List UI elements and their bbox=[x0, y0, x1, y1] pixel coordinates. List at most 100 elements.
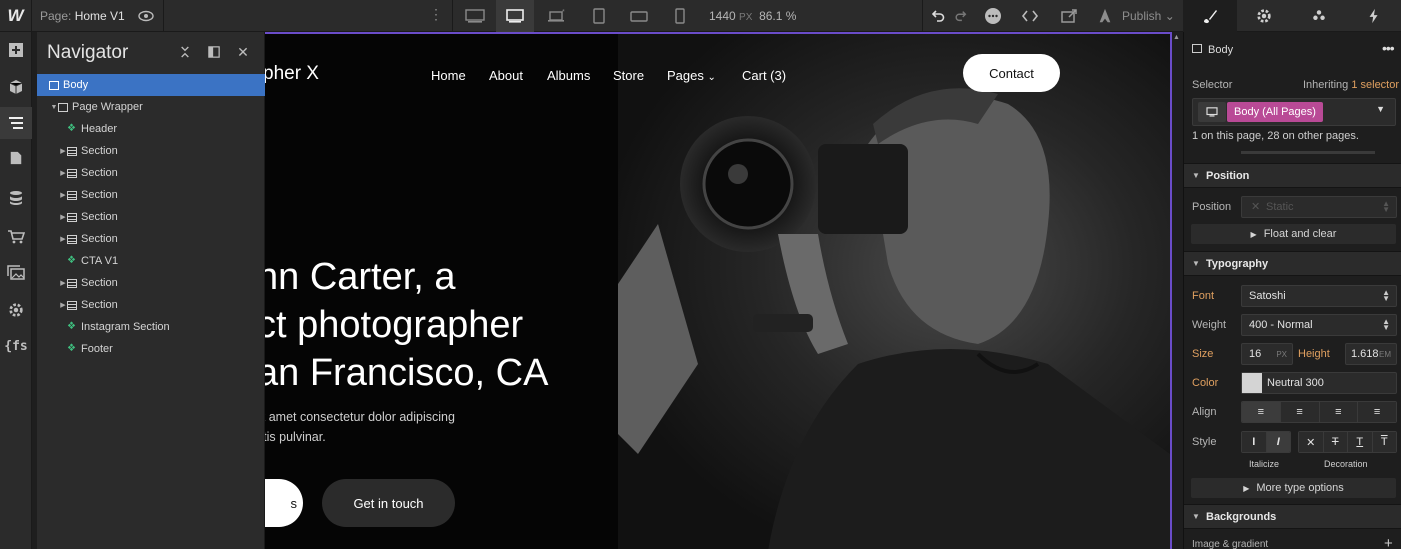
caret-right-icon[interactable]: ▶ bbox=[59, 301, 67, 309]
preview-eye-icon[interactable] bbox=[138, 8, 154, 24]
strikethrough-icon[interactable]: T bbox=[1323, 432, 1348, 452]
line-height-input[interactable]: 1.618 EM bbox=[1345, 343, 1397, 365]
align-right-icon[interactable]: ≡ bbox=[1319, 402, 1359, 422]
code-icon[interactable] bbox=[1021, 7, 1039, 25]
collapse-caret-icon: ▼ bbox=[1192, 259, 1200, 268]
navigator-node[interactable]: Body bbox=[37, 74, 265, 96]
underline-icon[interactable]: T bbox=[1348, 432, 1373, 452]
site-brand[interactable]: pher X bbox=[265, 63, 319, 85]
scroll-up-icon[interactable]: ▲ bbox=[1173, 34, 1180, 41]
navigator-node[interactable]: ❖ Instagram Section bbox=[37, 316, 265, 338]
settings-gear-icon[interactable] bbox=[1237, 0, 1291, 32]
navigator-node[interactable]: ▶ Section bbox=[37, 294, 265, 316]
assets-images-icon[interactable] bbox=[0, 257, 32, 289]
close-icon[interactable]: ✕ bbox=[235, 44, 251, 60]
color-swatch[interactable] bbox=[1242, 373, 1262, 393]
interactions-drops-icon[interactable] bbox=[1292, 0, 1346, 32]
more-type-options-toggle[interactable]: ▶ More type options bbox=[1191, 478, 1396, 498]
more-horizontal-icon[interactable]: ••• bbox=[1382, 40, 1395, 56]
backgrounds-section-header[interactable]: ▼ Backgrounds bbox=[1184, 504, 1401, 529]
ecommerce-cart-icon[interactable] bbox=[0, 221, 32, 253]
page-selector[interactable]: Page: Home V1 bbox=[40, 9, 125, 23]
publish-button[interactable]: Publish ⌄ bbox=[1122, 9, 1175, 23]
line-height-label: Height bbox=[1298, 348, 1330, 360]
inheriting-link[interactable]: 1 selector bbox=[1351, 79, 1399, 91]
dock-panel-icon[interactable] bbox=[206, 44, 222, 60]
desktop-icon[interactable] bbox=[496, 0, 534, 32]
navigator-node[interactable]: ▶ Section bbox=[37, 272, 265, 294]
float-clear-toggle[interactable]: ▶ Float and clear bbox=[1191, 224, 1396, 244]
caret-right-icon[interactable]: ▶ bbox=[59, 213, 67, 221]
collapse-all-icon[interactable] bbox=[177, 44, 193, 60]
font-select[interactable]: Satoshi ▲ ▼ bbox=[1241, 285, 1397, 307]
navigator-node[interactable]: ▼ Page Wrapper bbox=[37, 96, 265, 118]
export-icon[interactable] bbox=[1060, 7, 1078, 25]
selector-tag[interactable]: Body (All Pages) bbox=[1227, 102, 1323, 122]
size-label: Size bbox=[1192, 348, 1214, 360]
roman-icon[interactable]: I bbox=[1242, 432, 1267, 452]
navigator-node[interactable]: ▶ Section bbox=[37, 228, 265, 250]
caret-right-icon[interactable]: ▶ bbox=[59, 235, 67, 243]
nav-link-albums[interactable]: Albums bbox=[547, 68, 590, 83]
navigator-node[interactable]: ▶ Section bbox=[37, 140, 265, 162]
position-section-header[interactable]: ▼ Position bbox=[1184, 163, 1401, 188]
webflow-logo[interactable]: W bbox=[0, 0, 32, 32]
contact-button[interactable]: Contact bbox=[963, 54, 1060, 92]
navigator-node[interactable]: ▶ Section bbox=[37, 206, 265, 228]
caret-right-icon[interactable]: ▶ bbox=[59, 279, 67, 287]
section-icon bbox=[67, 190, 77, 200]
navigator-node[interactable]: ▶ Section bbox=[37, 162, 265, 184]
navigator-node[interactable]: ❖ Header bbox=[37, 118, 265, 140]
caret-right-icon[interactable]: ▶ bbox=[59, 169, 67, 177]
color-field[interactable]: Neutral 300 bbox=[1241, 372, 1397, 394]
panel-scroll-thumb[interactable] bbox=[1241, 151, 1375, 154]
desktop-large-icon[interactable] bbox=[456, 0, 494, 32]
tablet-icon[interactable] bbox=[580, 0, 618, 32]
align-justify-icon[interactable]: ≡ bbox=[1358, 402, 1396, 422]
mobile-portrait-icon[interactable] bbox=[661, 0, 699, 32]
navigator-icon[interactable] bbox=[0, 107, 32, 139]
mobile-landscape-icon[interactable] bbox=[620, 0, 658, 32]
finsweet-fs-icon[interactable]: {fs bbox=[0, 330, 32, 362]
italic-icon[interactable]: I bbox=[1266, 432, 1290, 452]
line-height-unit[interactable]: EM bbox=[1379, 350, 1391, 359]
component-icon: ❖ bbox=[67, 321, 76, 332]
caret-down-icon[interactable]: ▼ bbox=[50, 104, 58, 111]
navigator-node[interactable]: ❖ Footer bbox=[37, 338, 265, 360]
nav-link-cart[interactable]: Cart (3) bbox=[742, 68, 786, 83]
navigator-node[interactable]: ❖ CTA V1 bbox=[37, 250, 265, 272]
align-center-icon[interactable]: ≡ bbox=[1280, 402, 1320, 422]
cms-database-icon[interactable] bbox=[0, 182, 32, 214]
settings-cog-icon[interactable] bbox=[0, 294, 32, 326]
typography-section-header[interactable]: ▼ Typography bbox=[1184, 251, 1401, 276]
nav-link-home[interactable]: Home bbox=[431, 68, 466, 83]
navigator-node[interactable]: ▶ Section bbox=[37, 184, 265, 206]
design-canvas[interactable]: pher X Home About Albums Store Pages ⌄ C… bbox=[265, 32, 1170, 549]
style-brush-icon[interactable] bbox=[1183, 0, 1237, 32]
align-left-icon[interactable]: ≡ bbox=[1242, 402, 1281, 422]
comments-icon[interactable] bbox=[984, 7, 1002, 25]
nav-link-about[interactable]: About bbox=[489, 68, 523, 83]
more-vertical-icon[interactable]: ⋮ bbox=[429, 6, 443, 23]
pages-icon[interactable] bbox=[0, 142, 32, 174]
nav-link-pages[interactable]: Pages ⌄ bbox=[667, 68, 716, 83]
size-unit[interactable]: PX bbox=[1276, 350, 1287, 359]
caret-right-icon[interactable]: ▶ bbox=[59, 147, 67, 155]
caret-right-icon[interactable]: ▶ bbox=[59, 191, 67, 199]
redo-icon[interactable] bbox=[952, 7, 970, 25]
selector-dropdown-icon[interactable]: ▼ bbox=[1376, 104, 1385, 114]
lightning-icon[interactable] bbox=[1347, 0, 1401, 32]
overline-icon[interactable]: T bbox=[1372, 432, 1396, 452]
add-background-icon[interactable]: + bbox=[1384, 535, 1393, 549]
canvas-scrollbar[interactable]: ▲ bbox=[1172, 32, 1183, 549]
size-input[interactable]: 16 PX bbox=[1241, 343, 1293, 365]
add-elements-icon[interactable] bbox=[0, 34, 32, 66]
components-cube-icon[interactable] bbox=[0, 71, 32, 103]
laptop-star-icon[interactable]: * bbox=[538, 0, 576, 32]
position-select[interactable]: ✕ Static ▲ ▼ bbox=[1241, 196, 1397, 218]
no-decoration-icon[interactable]: ✕ bbox=[1299, 432, 1324, 452]
get-in-touch-button[interactable]: Get in touch bbox=[322, 479, 455, 527]
weight-select[interactable]: 400 - Normal ▲ ▼ bbox=[1241, 314, 1397, 336]
undo-icon[interactable] bbox=[929, 7, 947, 25]
nav-link-store[interactable]: Store bbox=[613, 68, 644, 83]
